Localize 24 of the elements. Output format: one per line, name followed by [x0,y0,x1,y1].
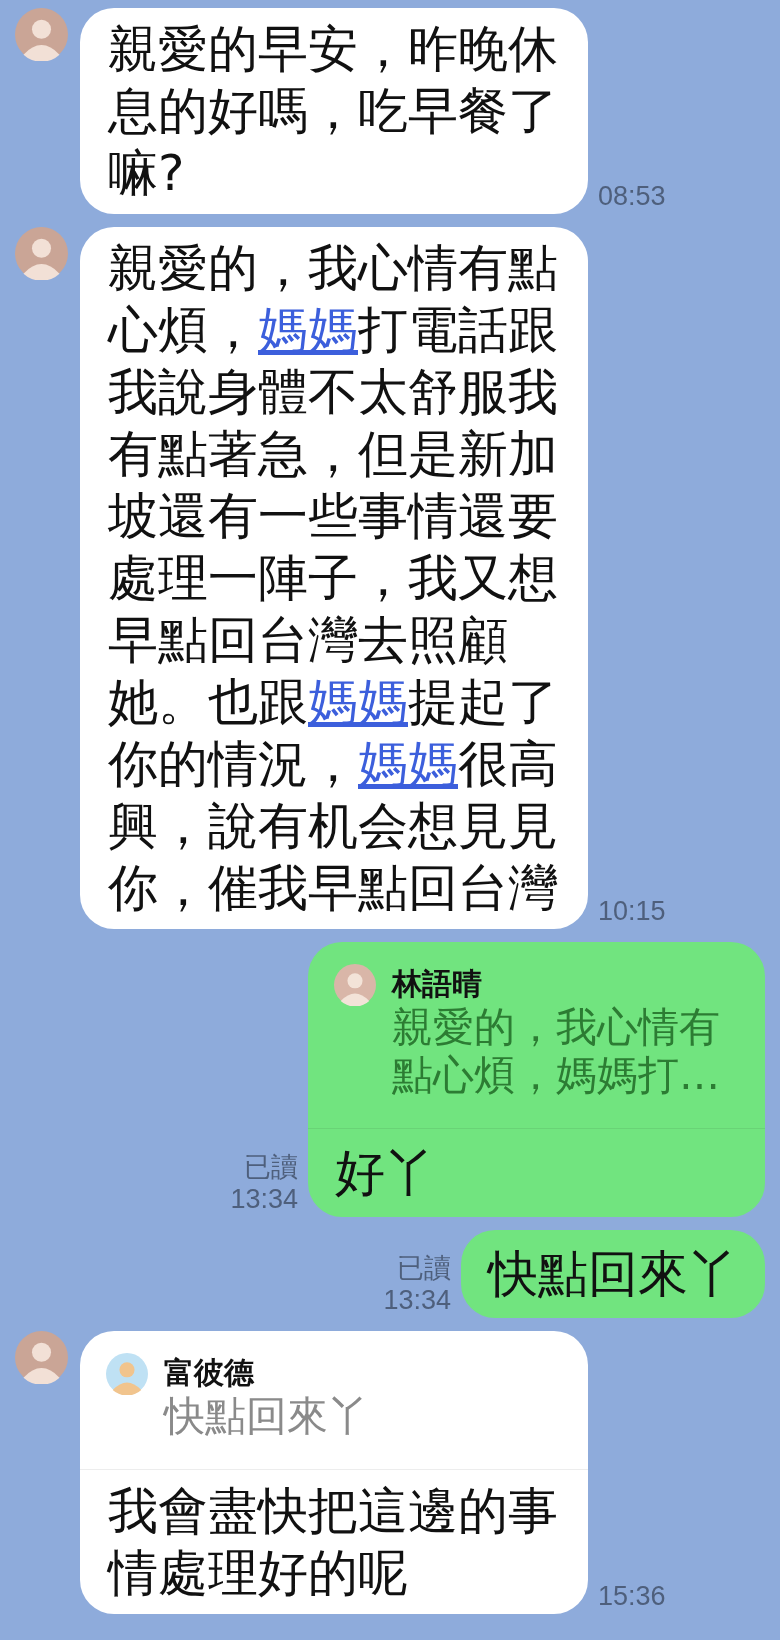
avatar [106,1353,148,1395]
message-text: 親愛的，我心情有點心煩，媽媽打電話跟我說身體不太舒服我有點著急，但是新加坡還有一些事情還要處理一陣子，我又想早點回台灣去照顧她。也跟媽媽提起了你的情況，媽媽很高興，說有机会想見見你，催我早點回台灣 [106,238,559,919]
quoted-text: 快點回來丫 [164,1392,370,1440]
avatar [15,227,68,280]
reply-sender-name: 富彼德 [164,1354,256,1392]
timestamp: 08:53 [598,180,666,212]
link[interactable]: 媽媽 [308,673,408,731]
message-text: 我會盡快把這邊的事情處理好的呢 [106,1481,559,1604]
avatar [15,1331,68,1384]
message-text: 親愛的早安，昨晚休息的好嗎，吃早餐了嘛? [106,19,559,204]
message-text: 好丫 [334,1143,436,1204]
read-receipt: 已讀 [396,1252,451,1284]
link[interactable]: 媽媽 [258,301,358,359]
link[interactable]: 媽媽 [358,735,458,793]
read-receipt: 已讀 [243,1151,298,1183]
quoted-text: 親愛的，我心情有點心煩，媽媽打… [392,1003,721,1099]
avatar [334,964,376,1006]
timestamp: 15:36 [598,1580,666,1612]
avatar [15,8,68,61]
reply-sender-name: 林語晴 [392,965,483,1003]
timestamp: 13:34 [383,1284,451,1316]
timestamp: 13:34 [230,1183,298,1215]
message-text: 快點回來丫 [485,1244,739,1305]
timestamp: 10:15 [598,895,666,927]
